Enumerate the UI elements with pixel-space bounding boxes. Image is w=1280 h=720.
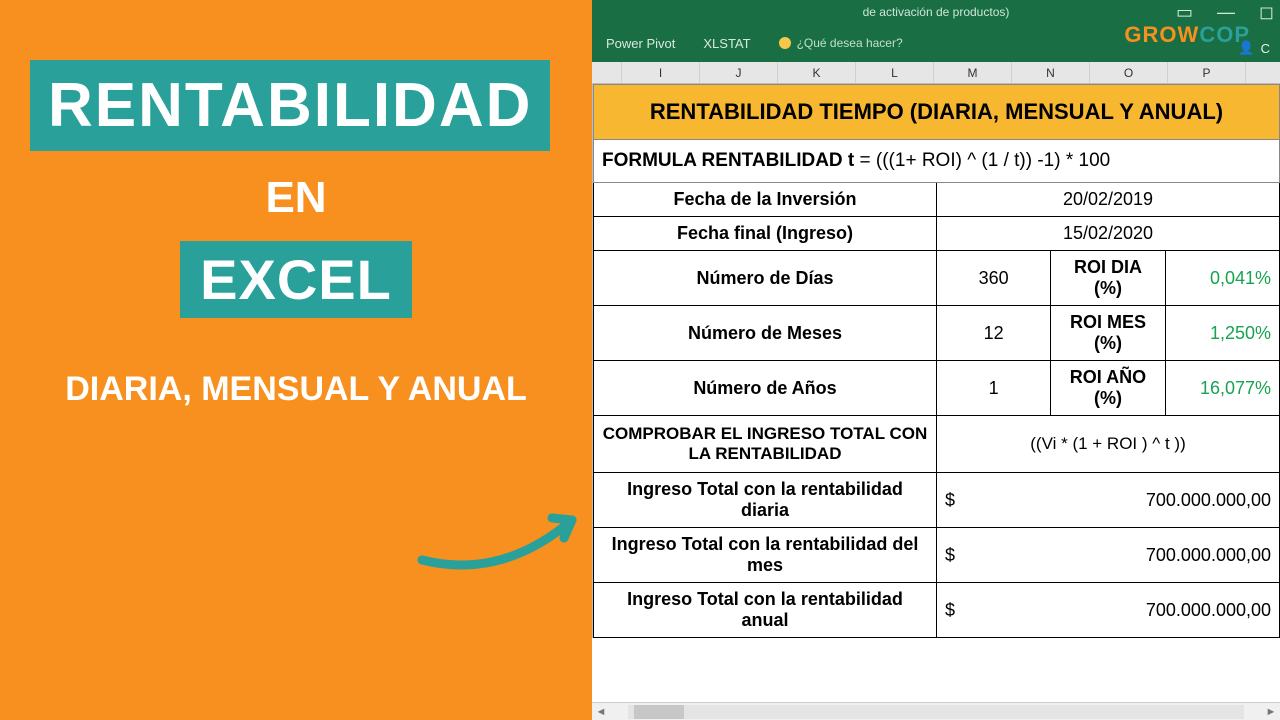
col-header[interactable]: L [856, 62, 934, 83]
formula-label: FORMULA RENTABILIDAD t [602, 150, 854, 171]
brand-part1: GROW [1124, 22, 1199, 47]
table-row: Número de Días 360 ROI DIA (%) 0,041% [594, 251, 1280, 306]
brand-part2: COP [1199, 22, 1250, 47]
subtitle: DIARIA, MENSUAL Y ANUAL [30, 368, 562, 411]
roi-mes-label[interactable]: ROI MES (%) [1051, 306, 1165, 361]
window-title-suffix: de activación de productos) [863, 5, 1010, 19]
years-label[interactable]: Número de Años [594, 361, 937, 416]
months-value[interactable]: 12 [936, 306, 1050, 361]
col-gutter[interactable] [592, 62, 622, 83]
worksheet[interactable]: RENTABILIDAD TIEMPO (DIARIA, MENSUAL Y A… [592, 84, 1280, 720]
end-date-value[interactable]: 15/02/2020 [936, 217, 1279, 251]
col-header[interactable]: M [934, 62, 1012, 83]
formula-row: FORMULA RENTABILIDAD t = (((1+ ROI) ^ (1… [594, 140, 1280, 183]
excel-window: de activación de productos) Power Pivot … [592, 0, 1280, 720]
income-day-label[interactable]: Ingreso Total con la rentabilidad diaria [594, 473, 937, 528]
check-label[interactable]: COMPROBAR EL INGRESO TOTAL CON LA RENTAB… [594, 416, 937, 473]
dollar-sign[interactable]: $ [936, 583, 1050, 638]
tab-powerpivot[interactable]: Power Pivot [606, 36, 675, 51]
table-row: Ingreso Total con la rentabilidad del me… [594, 528, 1280, 583]
col-header[interactable]: J [700, 62, 778, 83]
years-value[interactable]: 1 [936, 361, 1050, 416]
roi-ano-value[interactable]: 16,077% [1165, 361, 1279, 416]
title-rentabilidad: RENTABILIDAD [30, 60, 550, 151]
scroll-thumb[interactable] [634, 705, 684, 719]
brand-logo: GROWCOP [1124, 22, 1250, 48]
formula-expr: = (((1+ ROI) ^ (1 / t)) -1) * 100 [854, 150, 1110, 171]
table-title[interactable]: RENTABILIDAD TIEMPO (DIARIA, MENSUAL Y A… [594, 85, 1280, 140]
title-block: RENTABILIDAD EN EXCEL DIARIA, MENSUAL Y … [30, 60, 562, 411]
table-title-row: RENTABILIDAD TIEMPO (DIARIA, MENSUAL Y A… [594, 85, 1280, 140]
minimize-icon[interactable]: — [1217, 2, 1235, 23]
roi-mes-value[interactable]: 1,250% [1165, 306, 1279, 361]
tell-me-search[interactable]: ¿Qué desea hacer? [779, 36, 903, 50]
rentabilidad-table: RENTABILIDAD TIEMPO (DIARIA, MENSUAL Y A… [593, 84, 1280, 638]
days-label[interactable]: Número de Días [594, 251, 937, 306]
column-headers: I J K L M N O P [592, 62, 1280, 84]
income-mes-value[interactable]: 700.000.000,00 [1051, 528, 1280, 583]
income-ano-value[interactable]: 700.000.000,00 [1051, 583, 1280, 638]
scroll-right-icon[interactable]: ► [1262, 706, 1280, 718]
income-mes-label[interactable]: Ingreso Total con la rentabilidad del me… [594, 528, 937, 583]
lightbulb-icon [779, 37, 791, 49]
arrow-icon [412, 490, 602, 580]
tab-xlstat[interactable]: XLSTAT [703, 36, 750, 51]
maximize-icon[interactable]: ◻ [1259, 2, 1274, 23]
title-en: EN [30, 173, 562, 223]
scroll-left-icon[interactable]: ◄ [592, 706, 610, 718]
col-header[interactable]: P [1168, 62, 1246, 83]
income-ano-label[interactable]: Ingreso Total con la rentabilidad anual [594, 583, 937, 638]
inv-date-value[interactable]: 20/02/2019 [936, 183, 1279, 217]
title-excel: EXCEL [180, 241, 412, 318]
table-row: Número de Meses 12 ROI MES (%) 1,250% [594, 306, 1280, 361]
table-row: Ingreso Total con la rentabilidad diaria… [594, 473, 1280, 528]
ribbon: de activación de productos) Power Pivot … [592, 0, 1280, 62]
income-day-value[interactable]: 700.000.000,00 [1051, 473, 1280, 528]
dollar-sign[interactable]: $ [936, 473, 1050, 528]
days-value[interactable]: 360 [936, 251, 1050, 306]
promo-panel: RENTABILIDAD EN EXCEL DIARIA, MENSUAL Y … [0, 0, 592, 720]
check-row: COMPROBAR EL INGRESO TOTAL CON LA RENTAB… [594, 416, 1280, 473]
table-row: Número de Años 1 ROI AÑO (%) 16,077% [594, 361, 1280, 416]
col-header[interactable]: I [622, 62, 700, 83]
roi-ano-label[interactable]: ROI AÑO (%) [1051, 361, 1165, 416]
formula-cell[interactable]: FORMULA RENTABILIDAD t = (((1+ ROI) ^ (1… [594, 140, 1280, 183]
table-row: Ingreso Total con la rentabilidad anual … [594, 583, 1280, 638]
table-row: Fecha de la Inversión 20/02/2019 [594, 183, 1280, 217]
tell-me-label: ¿Qué desea hacer? [797, 36, 903, 50]
roi-dia-label[interactable]: ROI DIA (%) [1051, 251, 1165, 306]
col-header[interactable]: K [778, 62, 856, 83]
check-expr[interactable]: ((Vi * (1 + ROI ) ^ t )) [936, 416, 1279, 473]
end-date-label[interactable]: Fecha final (Ingreso) [594, 217, 937, 251]
ribbon-options-icon[interactable]: ▭ [1176, 2, 1193, 23]
scroll-track[interactable] [628, 705, 1244, 719]
roi-dia-value[interactable]: 0,041% [1165, 251, 1279, 306]
col-header[interactable]: O [1090, 62, 1168, 83]
table-row: Fecha final (Ingreso) 15/02/2020 [594, 217, 1280, 251]
dollar-sign[interactable]: $ [936, 528, 1050, 583]
col-header[interactable]: N [1012, 62, 1090, 83]
inv-date-label[interactable]: Fecha de la Inversión [594, 183, 937, 217]
months-label[interactable]: Número de Meses [594, 306, 937, 361]
horizontal-scrollbar[interactable]: ◄ ► [592, 702, 1280, 720]
